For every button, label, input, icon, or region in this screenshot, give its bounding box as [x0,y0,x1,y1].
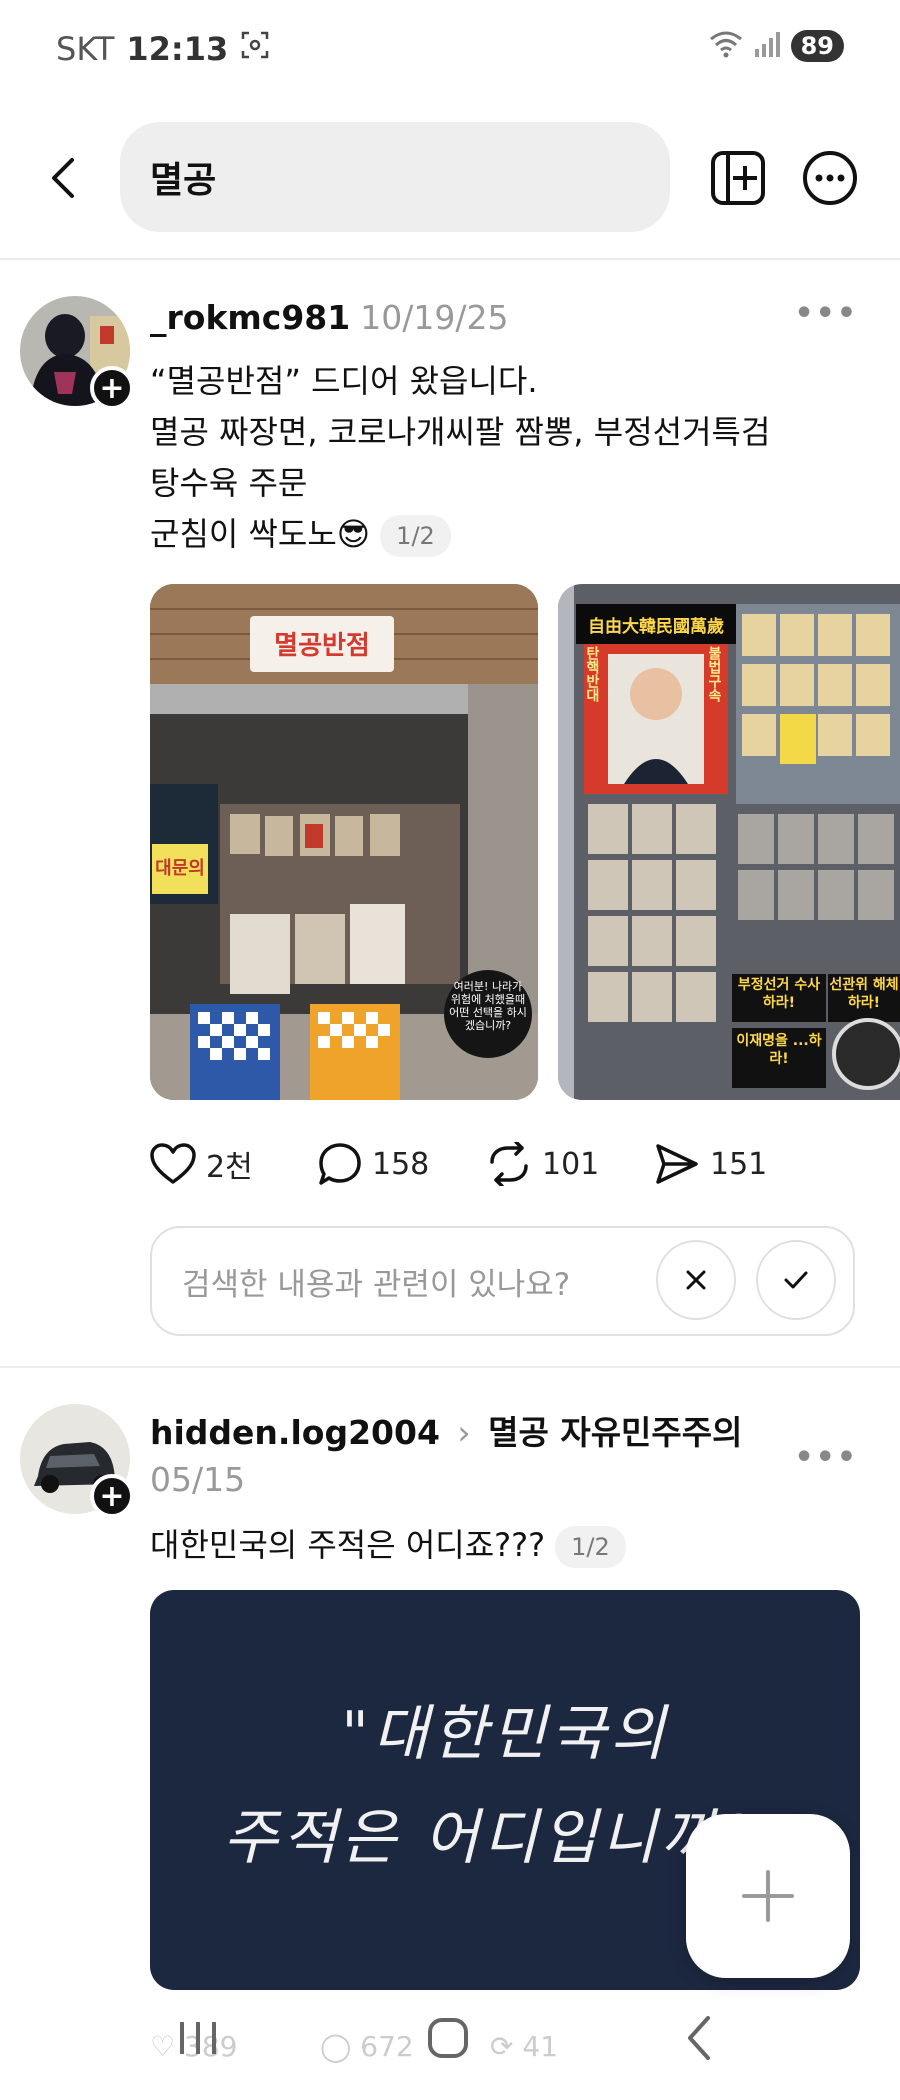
send-icon [656,1144,698,1184]
sign2-text: 선관위 해체하라! [829,977,899,1011]
back-button[interactable] [38,148,88,208]
system-nav-bar [0,1990,900,2100]
search-input[interactable]: 멸공 [120,122,670,232]
status-bar: SKT 12:13 89 [0,0,900,100]
home-button[interactable] [426,2016,470,2064]
comment-icon [319,1143,361,1185]
search-header: 멸공 [0,118,900,238]
shop-sign-text: 멸공반점 [274,631,370,661]
not-relevant-button[interactable] [656,1240,736,1320]
image-count-badge: 1/2 [380,515,451,557]
post-divider [0,1366,900,1368]
recents-icon [180,2022,216,2054]
more-options-button[interactable] [800,148,860,208]
username[interactable]: hidden.log2004 [150,1413,440,1452]
follow-plus-icon[interactable]: + [90,366,134,410]
post-text: 대한민국의 주적은 어디죠??? 1/2 [150,1520,870,1571]
post-more-button[interactable]: ••• [794,296,858,331]
new-post-button[interactable] [708,148,768,208]
heart-icon [150,1143,196,1184]
feedback-prompt: 검색한 내용과 관련이 있나요? [182,1266,571,1303]
image-count-badge: 1/2 [555,1526,626,1568]
topic-link[interactable]: 멸공 자유민주주의 [488,1413,742,1452]
add-square-icon [711,151,765,205]
comment-count: 158 [372,1146,430,1182]
battery-indicator: 89 [790,30,844,62]
post-date: 05/15 [150,1460,246,1499]
header-divider [0,258,900,260]
image-quote-line: "대한민국의 [341,1699,669,1769]
post-header: hidden.log2004 › 멸공 자유민주주의 [150,1406,743,1454]
share-count: 151 [710,1146,768,1182]
close-icon [686,1270,706,1290]
relevant-button[interactable] [756,1240,836,1320]
compose-button[interactable] [686,1814,850,1978]
repost-icon [490,1142,528,1186]
chevron-right-icon: › [457,1413,471,1452]
repost-count: 101 [542,1146,600,1182]
sign3-text: 이재명을 ...하라! [736,1033,822,1067]
window-sign-text: 대문의 [155,858,205,879]
clock: 12:13 [126,30,229,68]
wifi-icon [709,30,743,62]
carrier: SKT [56,30,115,68]
post-actions: 2천 158 101 151 [150,1142,822,1186]
post-header: _rokmc981 10/19/25 [150,298,508,337]
follow-plus-icon[interactable]: + [90,1474,134,1518]
screenshot-icon [240,30,270,68]
post-more-button[interactable]: ••• [794,1440,858,1475]
like-count: 2천 [206,1150,253,1185]
home-icon [428,2018,468,2058]
share-button[interactable]: 151 [654,1142,822,1186]
post-line-last: 군침이 싹도노😎 1/2 [150,509,870,560]
username[interactable]: _rokmc981 [150,298,350,337]
side-text-left: 탄핵반대 [584,646,600,702]
post-image-1[interactable]: 멸공반점 대문의 여러분! 나라가 위험에 처했을때 어떤 선택을 하시겠습니까… [150,584,538,1100]
banner-text: 自由大韓民國萬歲 [588,616,724,637]
recent-apps-button[interactable] [176,2018,220,2062]
comment-button[interactable]: 158 [318,1142,486,1186]
system-back-button[interactable] [684,2014,714,2066]
more-circle-icon [803,151,857,205]
post-line: 탕수육 주문 [150,464,308,502]
post-image-2[interactable]: 自由大韓民國萬歲 탄핵반대 불법구속 부정선거 수사하라! 선관위 해체하라! [558,584,900,1100]
post-line: 군침이 싹도노😎 [150,515,371,553]
check-icon [784,1271,808,1289]
back-icon [688,2016,710,2060]
side-text-right: 불법구속 [706,646,722,702]
post-text: “멸공반점” 드디어 왔읍니다. 멸공 짜장면, 코로나개씨팔 짬뽕, 부정선거… [150,356,870,560]
post-line: “멸공반점” 드디어 왔읍니다. [150,362,538,400]
sign1-text: 부정선거 수사하라! [737,977,821,1011]
post-line: 대한민국의 주적은 어디죠??? [150,1526,546,1564]
post-line: 멸공 짜장면, 코로나개씨팔 짬뽕, 부정선거특검 [150,413,771,451]
plus-icon [742,1870,794,1922]
post-date: 10/19/25 [360,298,509,337]
relevance-feedback: 검색한 내용과 관련이 있나요? [150,1226,855,1336]
board-text: 여러분! 나라가 위험에 처했을때 어떤 선택을 하시겠습니까? [449,980,527,1032]
repost-button[interactable]: 101 [486,1142,654,1186]
signal-icon [753,31,781,61]
chevron-left-icon [52,158,74,198]
like-button[interactable]: 2천 [150,1142,318,1186]
